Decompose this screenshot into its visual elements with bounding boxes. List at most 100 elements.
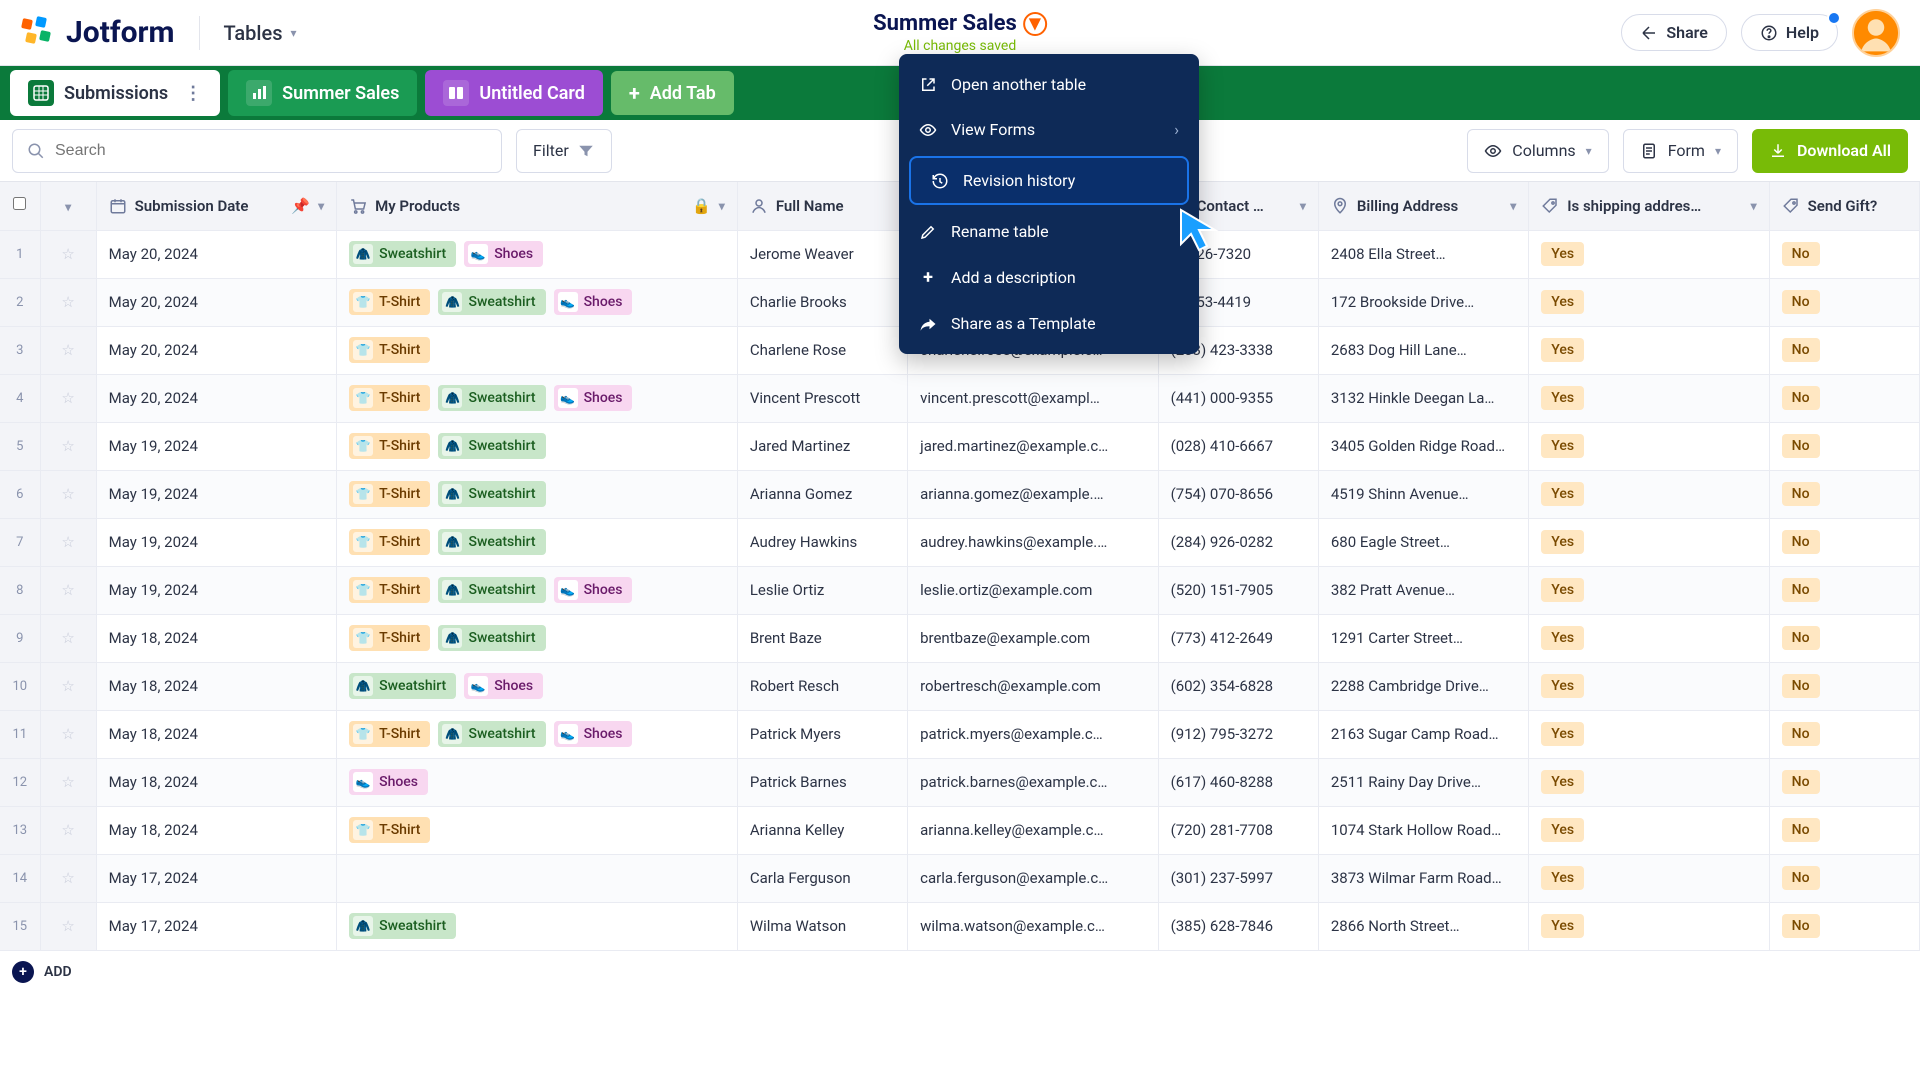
cell-date[interactable]: May 18, 2024 [96, 614, 336, 662]
cell-name[interactable]: Brent Baze [737, 614, 907, 662]
cell-address[interactable]: 2511 Rainy Day Drive… [1318, 758, 1528, 806]
table-row[interactable]: 12☆May 18, 2024👟ShoesPatrick Barnespatri… [0, 758, 1920, 806]
table-row[interactable]: 5☆May 19, 2024👕T-Shirt🧥SweatshirtJared M… [0, 422, 1920, 470]
row-star[interactable]: ☆ [40, 470, 96, 518]
chevron-down-icon[interactable] [318, 199, 324, 213]
tab-submissions[interactable]: Submissions ⋮ [10, 70, 220, 116]
table-row[interactable]: 15☆May 17, 2024🧥SweatshirtWilma Watsonwi… [0, 902, 1920, 950]
chevron-down-icon[interactable] [1510, 199, 1516, 213]
cell-email[interactable]: audrey.hawkins@example.… [908, 518, 1158, 566]
cell-name[interactable]: Wilma Watson [737, 902, 907, 950]
table-row[interactable]: 4☆May 20, 2024👕T-Shirt🧥Sweatshirt👟ShoesV… [0, 374, 1920, 422]
cell-phone[interactable]: (385) 628-7846 [1158, 902, 1318, 950]
tab-untitled-card[interactable]: Untitled Card [425, 70, 603, 116]
cell-shipping[interactable]: Yes [1529, 662, 1769, 710]
table-row[interactable]: 6☆May 19, 2024👕T-Shirt🧥SweatshirtArianna… [0, 470, 1920, 518]
cell-email[interactable]: vincent.prescott@exampl… [908, 374, 1158, 422]
tables-dropdown[interactable]: Tables [224, 21, 297, 45]
cell-products[interactable]: 👕T-Shirt🧥Sweatshirt [337, 470, 738, 518]
cell-email[interactable]: patrick.myers@example.c… [908, 710, 1158, 758]
cell-email[interactable]: arianna.kelley@example.c… [908, 806, 1158, 854]
cell-gift[interactable]: No [1769, 614, 1919, 662]
cell-address[interactable]: 3132 Hinkle Deegan La… [1318, 374, 1528, 422]
title-menu-button[interactable] [1023, 12, 1047, 36]
cell-gift[interactable]: No [1769, 278, 1919, 326]
cell-email[interactable]: patrick.barnes@example.c… [908, 758, 1158, 806]
cell-gift[interactable]: No [1769, 374, 1919, 422]
row-star[interactable]: ☆ [40, 326, 96, 374]
table-row[interactable]: 14☆May 17, 2024Carla Fergusoncarla.fergu… [0, 854, 1920, 902]
cell-products[interactable]: 🧥Sweatshirt [337, 902, 738, 950]
cell-shipping[interactable]: Yes [1529, 470, 1769, 518]
cell-gift[interactable]: No [1769, 326, 1919, 374]
cell-products[interactable]: 👟Shoes [337, 758, 738, 806]
kebab-icon[interactable]: ⋮ [184, 83, 202, 104]
cell-address[interactable]: 2163 Sugar Camp Road… [1318, 710, 1528, 758]
cell-products[interactable]: 👕T-Shirt🧥Sweatshirt👟Shoes [337, 374, 738, 422]
cell-date[interactable]: May 20, 2024 [96, 374, 336, 422]
cell-shipping[interactable]: Yes [1529, 566, 1769, 614]
cell-shipping[interactable]: Yes [1529, 422, 1769, 470]
cell-gift[interactable]: No [1769, 806, 1919, 854]
cell-products[interactable]: 👕T-Shirt🧥Sweatshirt [337, 614, 738, 662]
cell-date[interactable]: May 20, 2024 [96, 326, 336, 374]
row-star[interactable]: ☆ [40, 566, 96, 614]
cell-gift[interactable]: No [1769, 230, 1919, 278]
select-all-checkbox[interactable] [13, 197, 26, 210]
cell-name[interactable]: Robert Resch [737, 662, 907, 710]
columns-button[interactable]: Columns [1467, 129, 1608, 173]
cell-products[interactable] [337, 854, 738, 902]
logo[interactable]: Jotform [20, 15, 175, 51]
cell-email[interactable]: brentbaze@example.com [908, 614, 1158, 662]
expand-header[interactable] [40, 182, 96, 230]
row-star[interactable]: ☆ [40, 662, 96, 710]
cell-date[interactable]: May 20, 2024 [96, 230, 336, 278]
cell-address[interactable]: 2683 Dog Hill Lane… [1318, 326, 1528, 374]
cell-date[interactable]: May 18, 2024 [96, 806, 336, 854]
cell-name[interactable]: Vincent Prescott [737, 374, 907, 422]
cell-phone[interactable]: (284) 926-0282 [1158, 518, 1318, 566]
share-button[interactable]: Share [1621, 14, 1727, 51]
menu-share-template[interactable]: Share as a Template [899, 301, 1199, 346]
cell-address[interactable]: 4519 Shinn Avenue… [1318, 470, 1528, 518]
cell-date[interactable]: May 17, 2024 [96, 902, 336, 950]
pin-icon[interactable]: 📌 [291, 197, 310, 215]
cell-date[interactable]: May 17, 2024 [96, 854, 336, 902]
cell-products[interactable]: 🧥Sweatshirt👟Shoes [337, 662, 738, 710]
cell-address[interactable]: 2288 Cambridge Drive… [1318, 662, 1528, 710]
cell-shipping[interactable]: Yes [1529, 518, 1769, 566]
menu-open-another-table[interactable]: Open another table [899, 62, 1199, 107]
cell-email[interactable]: robertresch@example.com [908, 662, 1158, 710]
download-all-button[interactable]: Download All [1752, 129, 1908, 173]
cell-products[interactable]: 👕T-Shirt🧥Sweatshirt👟Shoes [337, 278, 738, 326]
cell-shipping[interactable]: Yes [1529, 902, 1769, 950]
cell-phone[interactable]: (602) 354-6828 [1158, 662, 1318, 710]
add-tab-button[interactable]: + Add Tab [611, 71, 734, 115]
table-row[interactable]: 9☆May 18, 2024👕T-Shirt🧥SweatshirtBrent B… [0, 614, 1920, 662]
chevron-down-icon[interactable] [1300, 199, 1306, 213]
cell-address[interactable]: 1074 Stark Hollow Road… [1318, 806, 1528, 854]
cell-email[interactable]: leslie.ortiz@example.com [908, 566, 1158, 614]
row-star[interactable]: ☆ [40, 422, 96, 470]
select-all-header[interactable] [0, 182, 40, 230]
cell-phone[interactable]: (773) 412-2649 [1158, 614, 1318, 662]
cell-date[interactable]: May 20, 2024 [96, 278, 336, 326]
cell-gift[interactable]: No [1769, 902, 1919, 950]
cell-name[interactable]: Charlene Rose [737, 326, 907, 374]
cell-date[interactable]: May 19, 2024 [96, 422, 336, 470]
table-row[interactable]: 7☆May 19, 2024👕T-Shirt🧥SweatshirtAudrey … [0, 518, 1920, 566]
cell-gift[interactable]: No [1769, 710, 1919, 758]
cell-gift[interactable]: No [1769, 470, 1919, 518]
menu-rename-table[interactable]: Rename table [899, 209, 1199, 254]
chevron-down-icon[interactable] [1751, 199, 1757, 213]
cell-products[interactable]: 👕T-Shirt [337, 326, 738, 374]
cell-phone[interactable]: (028) 410-6667 [1158, 422, 1318, 470]
menu-view-forms[interactable]: View Forms › [899, 107, 1199, 152]
search-input-wrap[interactable] [12, 129, 502, 173]
menu-revision-history[interactable]: Revision history [909, 156, 1189, 205]
cell-email[interactable]: jared.martinez@example.c… [908, 422, 1158, 470]
cell-phone[interactable]: (617) 460-8288 [1158, 758, 1318, 806]
cell-products[interactable]: 👕T-Shirt🧥Sweatshirt [337, 422, 738, 470]
cell-email[interactable]: wilma.watson@example.c… [908, 902, 1158, 950]
form-button[interactable]: Form [1623, 129, 1738, 173]
